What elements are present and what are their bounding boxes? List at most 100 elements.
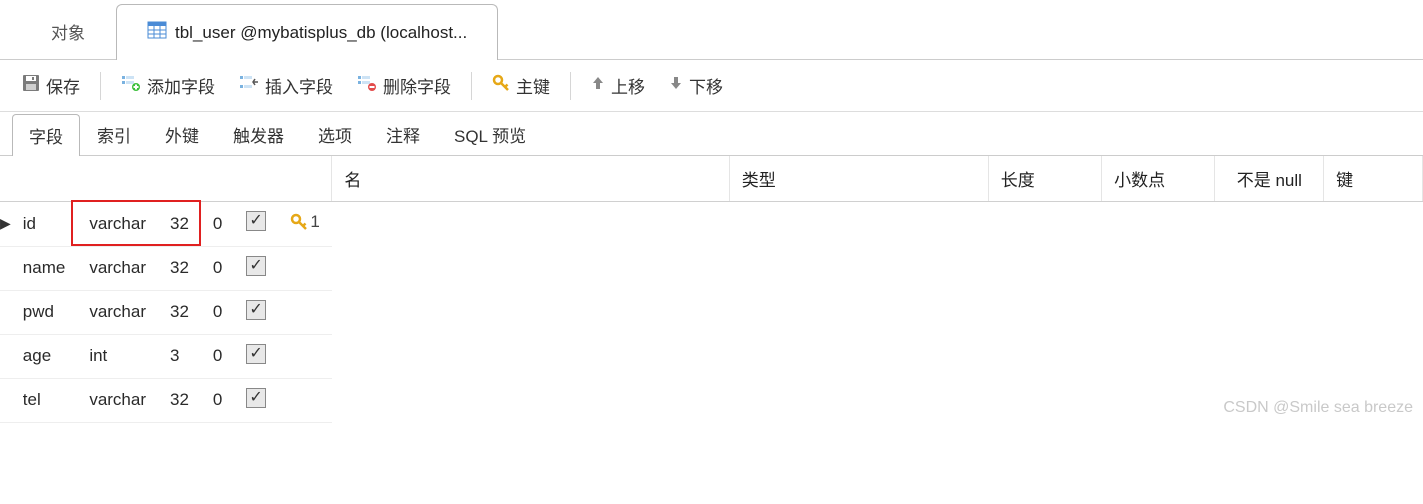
- cell-not-null[interactable]: [234, 246, 278, 290]
- header-key[interactable]: 键: [1324, 156, 1423, 202]
- tab-fields[interactable]: 字段: [12, 114, 80, 156]
- tab-sql-preview-label: SQL 预览: [454, 127, 526, 146]
- cell-length[interactable]: 32: [158, 290, 201, 334]
- add-field-button[interactable]: 添加字段: [111, 69, 225, 102]
- key-icon: [492, 74, 510, 97]
- cell-name[interactable]: tel: [11, 378, 78, 422]
- tab-table-design[interactable]: tbl_user @mybatisplus_db (localhost...: [116, 4, 498, 60]
- row-marker: [0, 246, 11, 290]
- not-null-checkbox[interactable]: [246, 388, 266, 408]
- tab-table-design-label: tbl_user @mybatisplus_db (localhost...: [175, 23, 467, 43]
- tab-fields-label: 字段: [29, 128, 63, 147]
- not-null-checkbox[interactable]: [246, 300, 266, 320]
- header-length[interactable]: 长度: [988, 156, 1101, 202]
- add-field-label: 添加字段: [147, 73, 215, 98]
- cell-not-null[interactable]: [234, 378, 278, 422]
- primary-key-button[interactable]: 主键: [482, 69, 560, 102]
- cell-length[interactable]: 32: [158, 378, 201, 422]
- header-not-null[interactable]: 不是 null: [1215, 156, 1324, 202]
- cell-decimals[interactable]: 0: [201, 334, 234, 378]
- cell-type[interactable]: int: [77, 334, 158, 378]
- cell-length[interactable]: 32: [158, 202, 201, 246]
- not-null-checkbox[interactable]: [246, 256, 266, 276]
- cell-type[interactable]: varchar: [77, 378, 158, 422]
- header-type[interactable]: 类型: [729, 156, 988, 202]
- cell-key[interactable]: [278, 246, 331, 290]
- tab-objects[interactable]: 对象: [20, 3, 116, 59]
- cell-type[interactable]: varchar: [77, 202, 158, 246]
- tab-indexes[interactable]: 索引: [80, 113, 148, 155]
- insert-field-button[interactable]: 插入字段: [229, 69, 343, 102]
- fields-grid: 名 类型 长度 小数点 不是 null 键 ▶idvarchar3201name…: [0, 156, 1423, 423]
- cell-length[interactable]: 32: [158, 246, 201, 290]
- header-name-label: 名: [344, 171, 361, 190]
- cell-name[interactable]: age: [11, 334, 78, 378]
- cell-name[interactable]: id: [11, 202, 78, 246]
- not-null-checkbox[interactable]: [246, 344, 266, 364]
- delete-field-label: 删除字段: [383, 73, 451, 98]
- cell-name[interactable]: name: [11, 246, 78, 290]
- cell-type[interactable]: varchar: [77, 290, 158, 334]
- separator: [100, 72, 101, 100]
- cell-key[interactable]: [278, 334, 331, 378]
- header-decimals[interactable]: 小数点: [1102, 156, 1215, 202]
- document-tabs: 对象 tbl_user @mybatisplus_db (localhost..…: [0, 0, 1423, 60]
- designer-tabs: 字段 索引 外键 触发器 选项 注释 SQL 预览: [0, 112, 1423, 156]
- cell-not-null[interactable]: [234, 290, 278, 334]
- arrow-up-icon: [591, 75, 605, 96]
- grid-header: 名 类型 长度 小数点 不是 null 键: [0, 156, 1423, 202]
- table-row[interactable]: pwdvarchar320: [0, 290, 332, 334]
- tab-indexes-label: 索引: [97, 127, 131, 146]
- tab-triggers[interactable]: 触发器: [216, 113, 301, 155]
- header-marker: [0, 156, 332, 202]
- table-row[interactable]: telvarchar320: [0, 378, 332, 422]
- move-up-button[interactable]: 上移: [581, 69, 655, 102]
- cell-key[interactable]: [278, 290, 331, 334]
- delete-field-icon: [357, 74, 377, 97]
- separator: [471, 72, 472, 100]
- table-row[interactable]: ageint30: [0, 334, 332, 378]
- cell-decimals[interactable]: 0: [201, 202, 234, 246]
- add-field-icon: [121, 74, 141, 97]
- cell-decimals[interactable]: 0: [201, 290, 234, 334]
- separator: [570, 72, 571, 100]
- arrow-down-icon: [669, 75, 683, 96]
- cell-type[interactable]: varchar: [77, 246, 158, 290]
- header-type-label: 类型: [742, 171, 776, 190]
- primary-key-label: 主键: [516, 73, 550, 98]
- cell-name[interactable]: pwd: [11, 290, 78, 334]
- watermark: CSDN @Smile sea breeze: [1223, 399, 1413, 417]
- move-down-label: 下移: [689, 73, 723, 98]
- row-marker: [0, 378, 11, 422]
- watermark-text: CSDN @Smile sea breeze: [1223, 399, 1413, 416]
- cell-not-null[interactable]: [234, 334, 278, 378]
- header-name[interactable]: 名: [332, 156, 729, 202]
- insert-field-icon: [239, 74, 259, 97]
- cell-not-null[interactable]: [234, 202, 278, 246]
- cell-key[interactable]: 1: [278, 202, 331, 246]
- tab-comment-label: 注释: [386, 127, 420, 146]
- row-marker: ▶: [0, 202, 11, 246]
- key-index: 1: [310, 212, 319, 232]
- cell-key[interactable]: [278, 378, 331, 422]
- tab-foreign-keys[interactable]: 外键: [148, 113, 216, 155]
- save-icon: [22, 74, 40, 97]
- tab-options[interactable]: 选项: [301, 113, 369, 155]
- cell-length[interactable]: 3: [158, 334, 201, 378]
- tab-sql-preview[interactable]: SQL 预览: [437, 113, 543, 155]
- header-decimals-label: 小数点: [1114, 171, 1165, 190]
- cell-decimals[interactable]: 0: [201, 246, 234, 290]
- tab-foreign-keys-label: 外键: [165, 127, 199, 146]
- tab-comment[interactable]: 注释: [369, 113, 437, 155]
- cell-decimals[interactable]: 0: [201, 378, 234, 422]
- save-button[interactable]: 保存: [12, 69, 90, 102]
- not-null-checkbox[interactable]: [246, 211, 266, 231]
- delete-field-button[interactable]: 删除字段: [347, 69, 461, 102]
- tab-objects-label: 对象: [51, 19, 85, 44]
- table-row[interactable]: namevarchar320: [0, 246, 332, 290]
- header-not-null-label: 不是 null: [1237, 171, 1302, 190]
- insert-field-label: 插入字段: [265, 73, 333, 98]
- tab-triggers-label: 触发器: [233, 127, 284, 146]
- table-row[interactable]: ▶idvarchar320 1: [0, 202, 332, 246]
- move-down-button[interactable]: 下移: [659, 69, 733, 102]
